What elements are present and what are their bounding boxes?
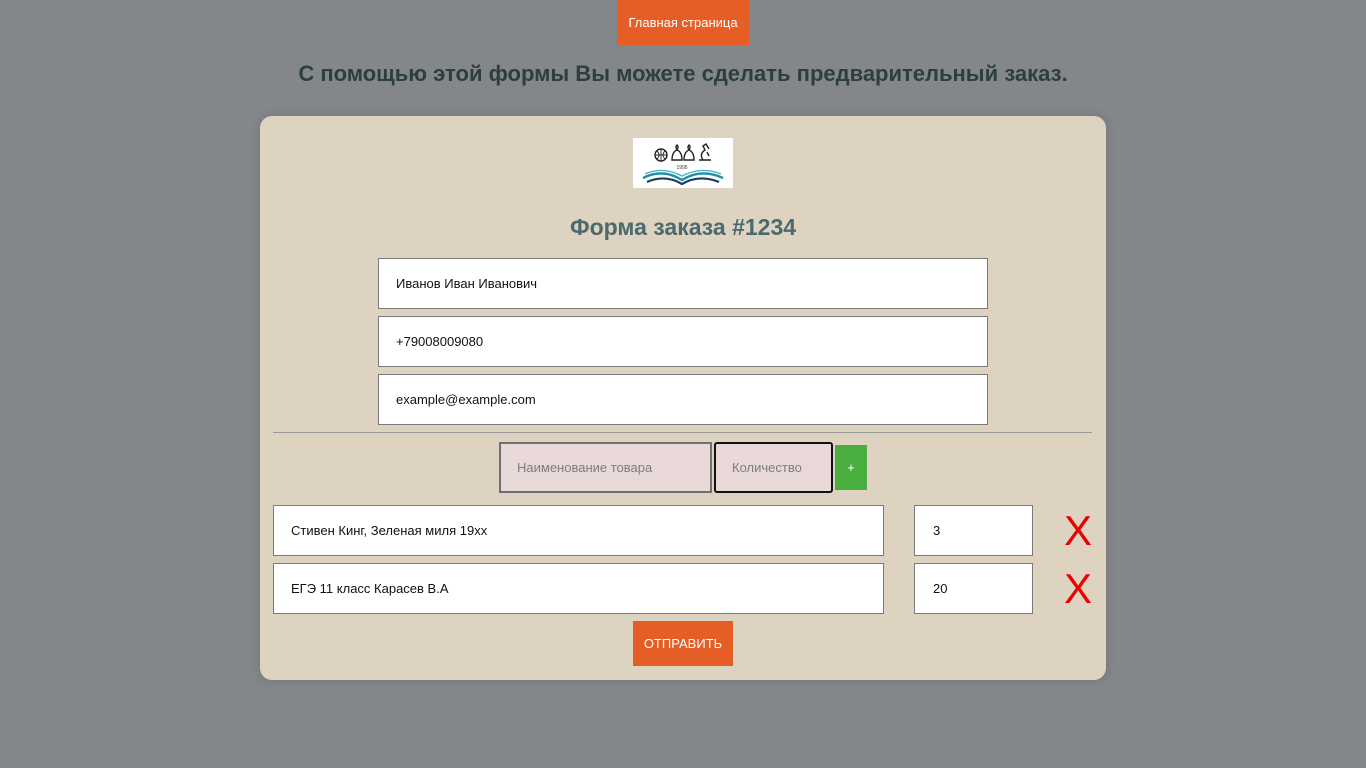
school-logo: 1995 xyxy=(633,138,733,188)
product-name-input[interactable] xyxy=(499,442,712,493)
open-book-science-logo-icon: 1995 xyxy=(642,143,724,186)
submit-button[interactable]: ОТПРАВИТЬ xyxy=(633,621,733,666)
item-name-field[interactable] xyxy=(273,563,884,614)
item-name-field[interactable] xyxy=(273,505,884,556)
page-heading: С помощью этой формы Вы можете сделать п… xyxy=(298,61,1068,86)
home-button[interactable]: Главная страница xyxy=(617,0,749,45)
add-item-button[interactable]: + xyxy=(835,445,867,490)
quantity-input[interactable] xyxy=(714,442,833,493)
remove-item-button[interactable]: X xyxy=(1060,563,1096,614)
form-title: Форма заказа #1234 xyxy=(569,214,797,240)
divider xyxy=(273,432,1092,433)
logo-year-text: 1995 xyxy=(676,165,687,171)
item-quantity-field[interactable] xyxy=(914,505,1033,556)
phone-input[interactable] xyxy=(378,316,988,367)
remove-item-button[interactable]: X xyxy=(1060,505,1096,556)
email-input[interactable] xyxy=(378,374,988,425)
full-name-input[interactable] xyxy=(378,258,988,309)
item-quantity-field[interactable] xyxy=(914,563,1033,614)
order-form-card: 1995 Форма заказа #1234 + X X ОТПРАВИТЬ xyxy=(260,116,1106,680)
